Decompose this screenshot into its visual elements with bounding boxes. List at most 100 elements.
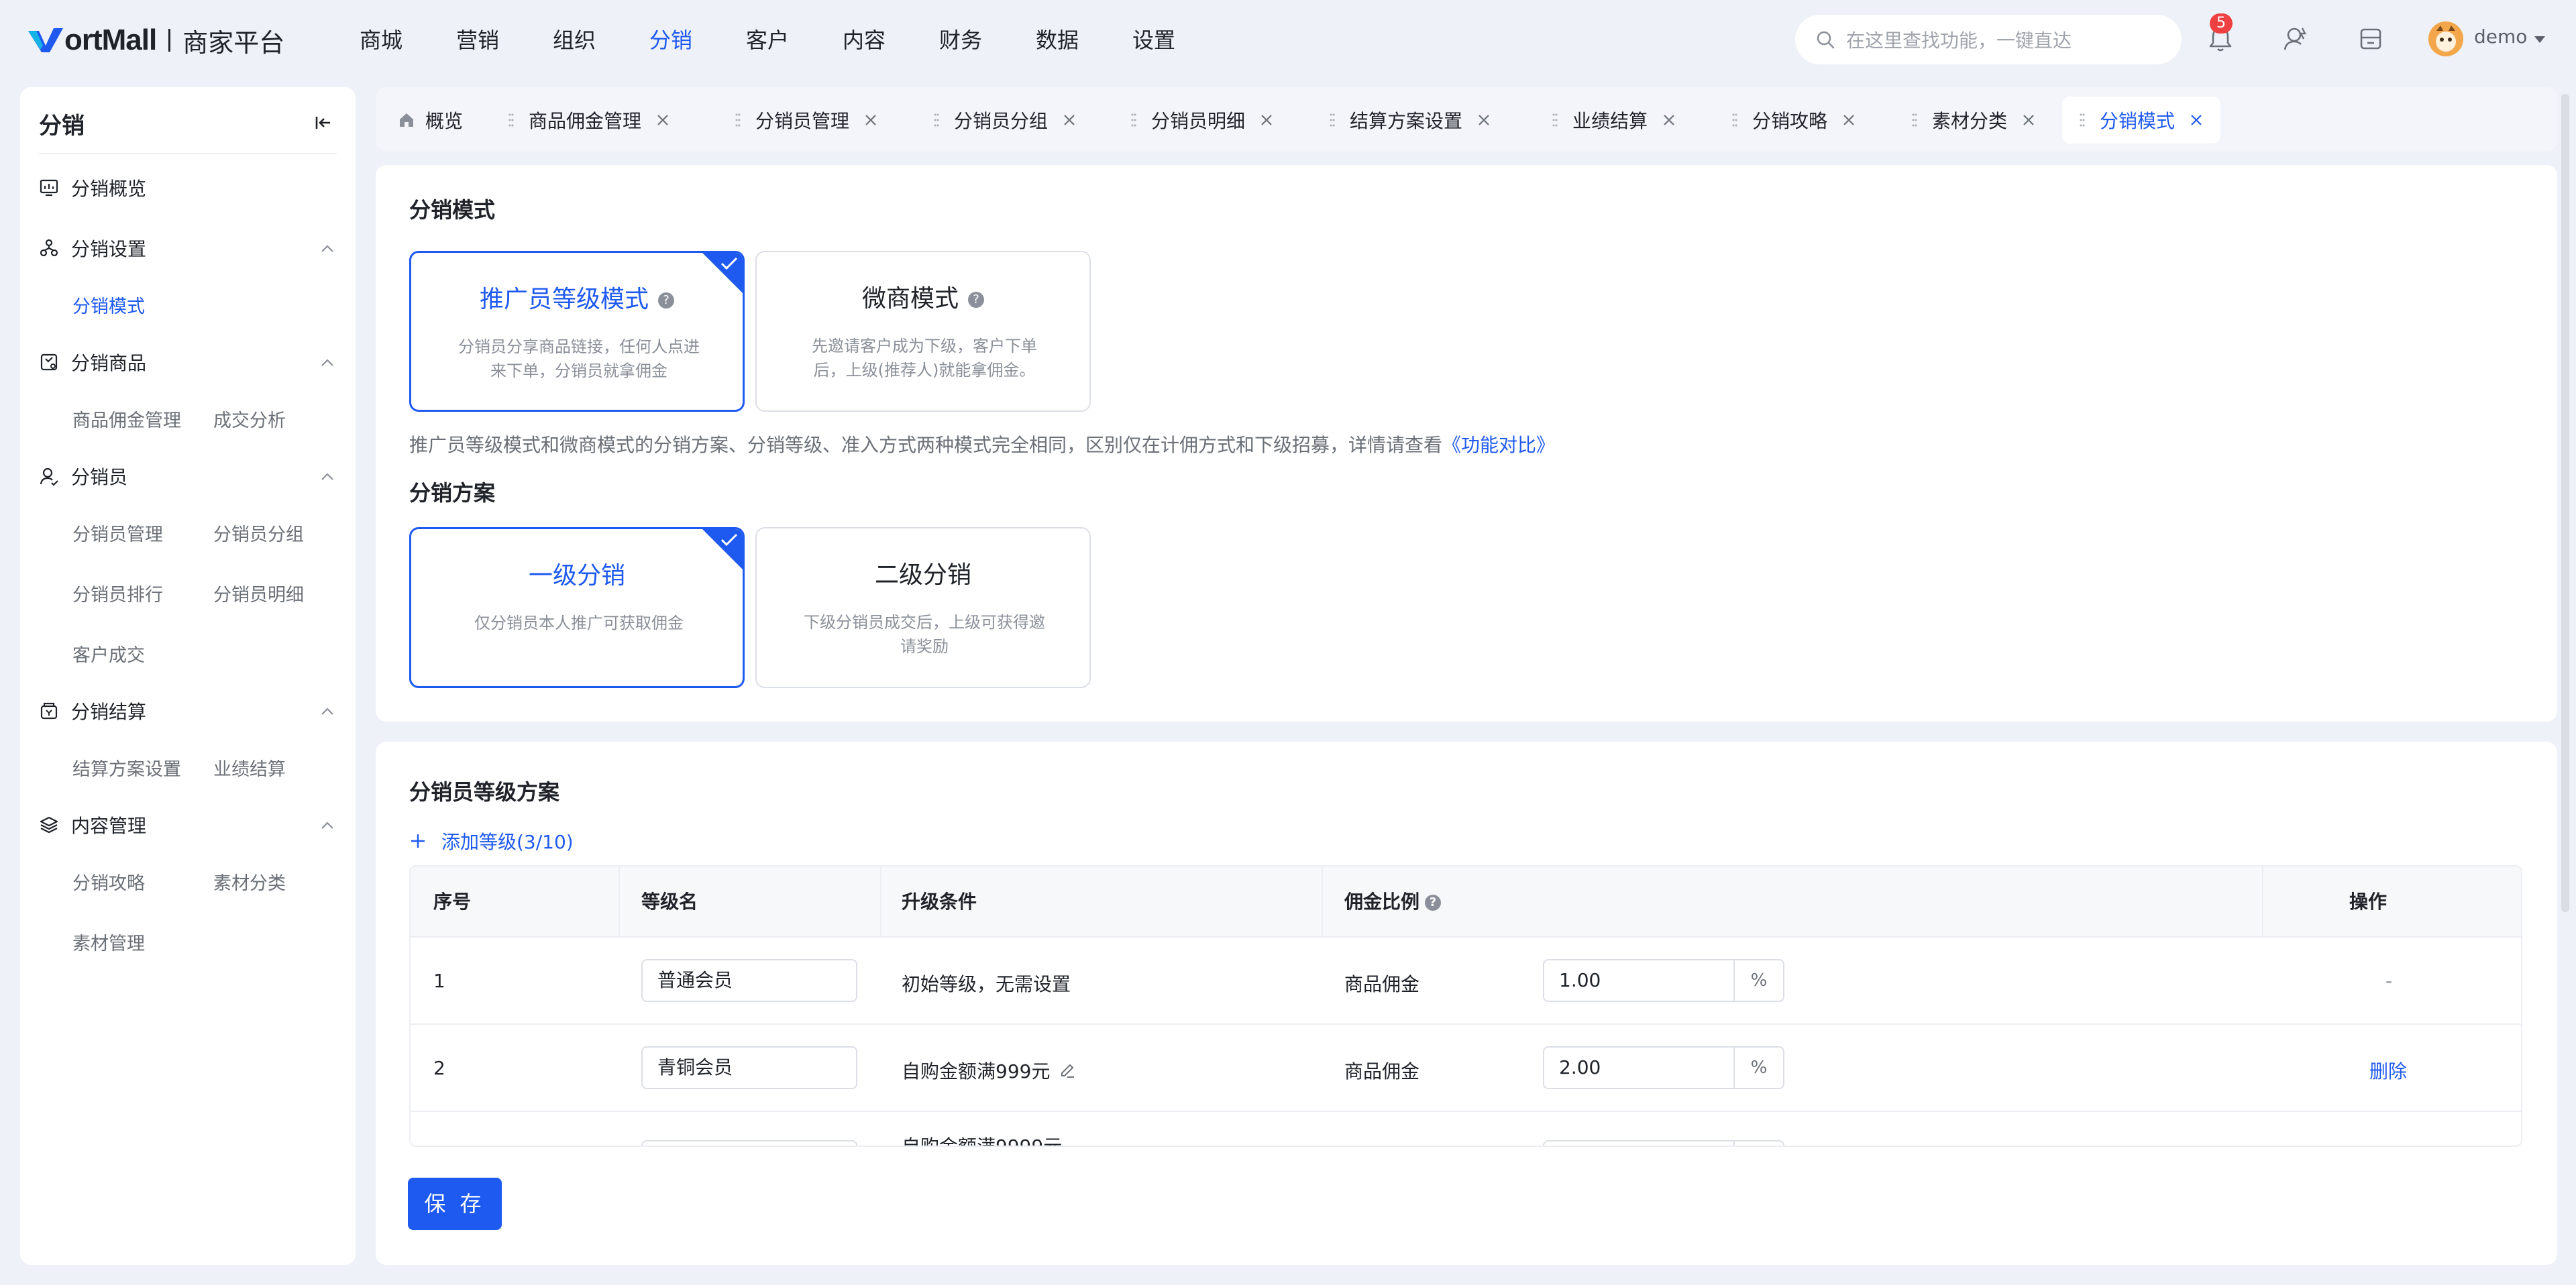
question-icon[interactable]: ? (1425, 895, 1442, 911)
col-divider (2262, 867, 2263, 938)
tab-distributor-group[interactable]: 分销员分组 (916, 97, 1093, 144)
chevron-up-icon[interactable] (318, 702, 337, 721)
close-icon[interactable] (1842, 113, 1856, 127)
col-index: 序号 (433, 891, 472, 913)
close-icon[interactable] (864, 113, 877, 127)
sidebar-item-guide[interactable]: 分销攻略 (72, 869, 145, 895)
close-icon[interactable] (1260, 113, 1273, 127)
commission-input[interactable]: 2.00 (1543, 1046, 1735, 1089)
sidebar-group-settlement[interactable]: 分销结算 (39, 694, 337, 728)
mode-option-wechat-merchant[interactable]: 微商模式? 先邀请客户成为下级，客户下单后，上级(推荐人)就能拿佣金。 (755, 251, 1091, 412)
chevron-up-icon[interactable] (318, 467, 337, 486)
nav-item-data[interactable]: 数据 (1036, 23, 1132, 58)
sidebar-item-distributor-ranking[interactable]: 分销员排行 (72, 580, 163, 606)
service-icon[interactable] (2281, 24, 2310, 54)
drag-handle-icon[interactable] (735, 113, 741, 127)
tab-settlement-plan[interactable]: 结算方案设置 (1312, 97, 1508, 144)
avatar[interactable] (2428, 21, 2463, 56)
sidebar-item-material-management[interactable]: 素材管理 (72, 929, 145, 955)
username[interactable]: demo (2474, 25, 2527, 48)
sidebar-item-deal-analysis[interactable]: 成交分析 (213, 406, 286, 432)
user-dropdown-caret[interactable] (2534, 36, 2545, 43)
add-level-button[interactable]: 添加等级(3/10) (409, 828, 574, 854)
tab-distributor-management[interactable]: 分销员管理 (718, 97, 895, 144)
commission-input[interactable]: 1.00 (1543, 959, 1735, 1002)
close-icon[interactable] (656, 113, 669, 127)
tab-distributor-detail[interactable]: 分销员明细 (1114, 97, 1291, 144)
nav-item-finance[interactable]: 财务 (939, 23, 1036, 58)
close-icon[interactable] (1477, 113, 1491, 127)
scrollbar[interactable] (2561, 94, 2569, 912)
level-name-input[interactable] (641, 1140, 857, 1146)
condition-text: 自购金额满999元 (902, 1060, 1051, 1082)
plan-option-level2[interactable]: 二级分销 下级分销员成交后，上级可获得邀请奖励 (755, 527, 1091, 688)
close-icon[interactable] (2022, 113, 2035, 127)
mode-option-promoter[interactable]: 推广员等级模式? 分销员分享商品链接，任何人点进来下单，分销员就拿佣金 (409, 251, 745, 412)
sidebar-group-content[interactable]: 内容管理 (39, 808, 337, 842)
nav-item-distribution[interactable]: 分销 (649, 23, 746, 58)
sidebar-item-customer-deals[interactable]: 客户成交 (72, 640, 145, 667)
drag-handle-icon[interactable] (934, 113, 939, 127)
drag-handle-icon[interactable] (1732, 113, 1737, 127)
tab-label: 结算方案设置 (1350, 110, 1463, 132)
question-icon[interactable]: ? (658, 292, 674, 309)
drag-handle-icon[interactable] (1552, 113, 1558, 127)
commission-label: 商品佣金 (1344, 1060, 1420, 1082)
feature-compare-link[interactable]: 《功能对比》 (1442, 434, 1555, 456)
tab-overview[interactable]: 概览 (380, 97, 480, 144)
avatar-icon (2428, 21, 2463, 56)
collapse-sidebar-icon[interactable] (311, 111, 334, 134)
nav-item-settings[interactable]: 设置 (1132, 23, 1229, 58)
drag-handle-icon[interactable] (2080, 113, 2085, 127)
sidebar-item-distributor-detail[interactable]: 分销员明细 (213, 580, 304, 606)
org-icon (40, 239, 58, 257)
nav-item-organization[interactable]: 组织 (553, 23, 649, 58)
sidebar-item-material-category[interactable]: 素材分类 (213, 869, 286, 895)
layers-icon (40, 816, 58, 834)
sidebar-group-distributors[interactable]: 分销员 (39, 459, 337, 493)
chevron-up-icon[interactable] (318, 816, 337, 835)
sidebar-item-commission-management[interactable]: 商品佣金管理 (72, 406, 181, 432)
sidebar-title: 分销 (39, 113, 85, 139)
chevron-up-icon[interactable] (318, 239, 337, 258)
delete-button[interactable]: 删除 (2369, 1057, 2407, 1084)
plan-option-level1[interactable]: 一级分销 仅分销员本人推广可获取佣金 (409, 527, 745, 688)
tab-performance-settlement[interactable]: 业绩结算 (1535, 97, 1693, 144)
sidebar-item-distributor-management[interactable]: 分销员管理 (72, 520, 163, 546)
drag-handle-icon[interactable] (1131, 113, 1136, 127)
level-name-input[interactable]: 青铜会员 (641, 1046, 857, 1089)
nav-item-content[interactable]: 内容 (843, 23, 939, 58)
sidebar-group-settings[interactable]: 分销设置 (39, 231, 337, 265)
tab-distribution-mode[interactable]: 分销模式 (2062, 97, 2221, 144)
level-name-input[interactable]: 普通会员 (641, 959, 857, 1002)
close-icon[interactable] (1063, 113, 1076, 127)
sidebar-item-distributor-group[interactable]: 分销员分组 (213, 520, 304, 546)
sidebar-group-label: 内容管理 (71, 815, 147, 837)
tab-commission-management[interactable]: 商品佣金管理 (491, 97, 687, 144)
sidebar-item-overview[interactable]: 分销概览 (39, 171, 337, 205)
edit-icon[interactable] (1058, 1061, 1077, 1080)
drag-handle-icon[interactable] (508, 113, 514, 127)
nav-item-customer[interactable]: 客户 (746, 23, 843, 58)
close-icon[interactable] (1662, 113, 1676, 127)
chevron-up-icon[interactable] (318, 353, 337, 372)
save-button[interactable]: 保 存 (408, 1178, 502, 1230)
sidebar-group-products[interactable]: 分销商品 (39, 345, 337, 379)
sidebar-item-performance-settlement[interactable]: 业绩结算 (213, 755, 286, 781)
tab-guide[interactable]: 分销攻略 (1715, 97, 1873, 144)
drag-handle-icon[interactable] (1330, 113, 1335, 127)
close-icon[interactable] (2190, 113, 2203, 127)
tab-material-category[interactable]: 素材分类 (1894, 97, 2053, 144)
nav-item-mall[interactable]: 商城 (360, 23, 456, 58)
drag-handle-icon[interactable] (1912, 113, 1917, 127)
search-input[interactable]: 在这里查找功能，一键直达 (1795, 15, 2182, 64)
monitor-icon (40, 179, 58, 197)
sidebar-group-label: 分销结算 (71, 701, 147, 723)
brand-logo[interactable]: ortMall 商家平台 (27, 20, 284, 60)
nav-item-marketing[interactable]: 营销 (456, 23, 553, 58)
question-icon[interactable]: ? (968, 292, 984, 308)
commission-input[interactable] (1543, 1140, 1735, 1146)
store-icon[interactable] (2356, 24, 2385, 54)
sidebar-item-distribution-mode[interactable]: 分销模式 (72, 292, 145, 318)
sidebar-item-settlement-plan[interactable]: 结算方案设置 (72, 755, 181, 781)
